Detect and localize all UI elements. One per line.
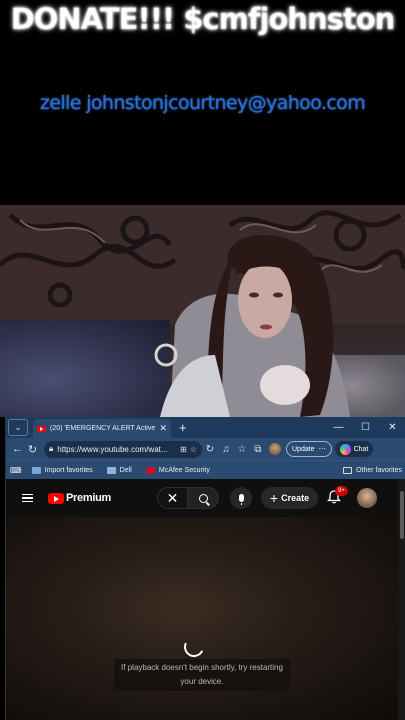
chat-button[interactable]: Chat: [334, 441, 374, 457]
scrollbar-thumb[interactable]: [400, 491, 404, 539]
create-label: Create: [281, 493, 310, 503]
tab-title: (20) 'EMERGENCY ALERT Active St: [50, 425, 157, 432]
address-bar-row: ← ↻ 🔒︎ https://www.youtube.com/wat... ⊞ …: [6, 438, 405, 460]
favorite-label: McAfee Security: [158, 466, 210, 474]
youtube-play-icon: [48, 492, 64, 504]
new-tab-button[interactable]: +: [179, 420, 187, 435]
copilot-icon: [339, 443, 351, 455]
browser-window: ⌄ (20) 'EMERGENCY ALERT Active St ✕ + — …: [5, 417, 405, 720]
chevron-down-icon: ⌄: [14, 422, 22, 432]
zelle-text: zelle johnstonjcourtney@yahoo.com: [39, 92, 366, 114]
update-button[interactable]: Update ⋯: [286, 441, 332, 457]
favorites-icon[interactable]: ☆: [234, 444, 250, 455]
window-controls: — ☐ ✕: [325, 422, 405, 433]
favorite-star-icon[interactable]: ☆: [190, 445, 197, 454]
account-avatar[interactable]: [357, 488, 377, 508]
import-icon: [31, 466, 41, 474]
favorite-label: Dell: [119, 466, 132, 474]
search-icon: [198, 493, 208, 503]
webcam-feed: [0, 205, 405, 417]
profile-avatar[interactable]: [269, 443, 281, 455]
folder-icon: [106, 466, 116, 474]
lock-icon[interactable]: 🔒︎: [49, 444, 53, 454]
url-text: https://www.youtube.com/wat...: [57, 444, 168, 454]
favorite-dell[interactable]: Dell: [106, 466, 132, 474]
playback-message: If playback doesn't begin shortly, try r…: [114, 659, 290, 691]
webcam-person: [154, 235, 350, 417]
address-bar[interactable]: 🔒︎ https://www.youtube.com/wat... ⊞ ☆: [44, 440, 202, 458]
menu-icon[interactable]: [22, 493, 33, 503]
refresh-icon[interactable]: ↻: [25, 443, 40, 456]
favorite-import[interactable]: Import favorites: [31, 466, 93, 474]
minimize-button[interactable]: —: [325, 422, 352, 433]
close-icon: ✕: [166, 489, 179, 506]
maximize-button[interactable]: ☐: [352, 422, 379, 433]
premium-label: Premium: [66, 492, 111, 504]
tab-youtube[interactable]: (20) 'EMERGENCY ALERT Active St ✕: [33, 419, 171, 438]
create-button[interactable]: + Create: [261, 487, 318, 509]
plus-icon: +: [269, 490, 279, 506]
stream-overlay: DONATE!!! $cmfjohnston zelle johnstonjco…: [0, 0, 405, 205]
video-player[interactable]: If playback doesn't begin shortly, try r…: [6, 517, 398, 720]
donate-text: DONATE!!! $cmfjohnston: [10, 2, 396, 36]
loading-spinner-icon: [181, 634, 207, 660]
chat-label: Chat: [353, 445, 369, 453]
youtube-header: Premium ✕ + Create 9+: [6, 479, 398, 517]
mcafee-icon: [145, 466, 155, 474]
notification-badge: 9+: [335, 486, 348, 496]
folder-icon: [343, 466, 353, 474]
youtube-favicon-icon: [37, 425, 46, 432]
tab-close-icon[interactable]: ✕: [159, 423, 167, 434]
search-clear-button[interactable]: ✕: [157, 487, 187, 509]
other-favorites-label: Other favorites: [356, 466, 402, 474]
page-scrollbar[interactable]: [398, 479, 405, 720]
favorites-toggle-icon[interactable]: ⌨: [10, 466, 22, 475]
microphone-icon: [238, 494, 244, 505]
read-aloud-icon[interactable]: ♫: [218, 444, 234, 455]
back-arrow-icon[interactable]: ←: [10, 443, 25, 455]
favorites-bar: ⌨ Import favorites Dell McAfee Security …: [6, 460, 405, 479]
favorite-mcafee[interactable]: McAfee Security: [145, 466, 210, 474]
close-window-button[interactable]: ✕: [379, 422, 405, 433]
collections-icon[interactable]: ⧉: [250, 444, 266, 455]
other-favorites[interactable]: Other favorites: [343, 466, 402, 474]
search-button[interactable]: [187, 487, 219, 509]
tab-bar: ⌄ (20) 'EMERGENCY ALERT Active St ✕ + — …: [6, 417, 405, 438]
favorite-label: Import favorites: [44, 466, 93, 474]
reload-extension-icon[interactable]: ↻: [202, 444, 218, 455]
more-dots-icon: ⋯: [318, 446, 326, 453]
youtube-logo[interactable]: Premium: [48, 492, 111, 504]
playback-message-line1: If playback doesn't begin shortly, try r…: [121, 663, 283, 672]
tab-list-button[interactable]: ⌄: [8, 419, 28, 436]
playback-message-line2: your device.: [180, 677, 224, 686]
split-screen-icon[interactable]: ⊞: [180, 445, 187, 454]
update-label: Update: [292, 445, 315, 453]
voice-search-button[interactable]: [230, 487, 252, 509]
